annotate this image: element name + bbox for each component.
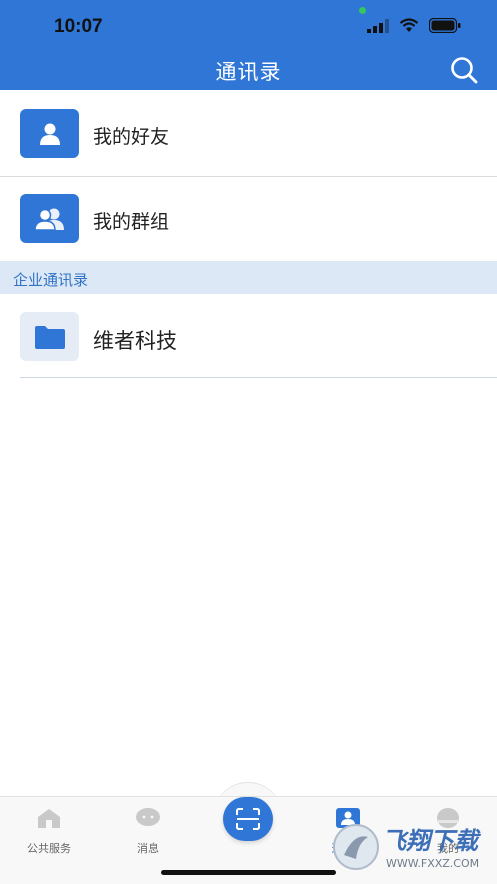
group-icon [33, 208, 64, 231]
nav-bar: 通讯录 [0, 48, 497, 90]
home-icon [38, 809, 60, 828]
status-time: 10:07 [54, 16, 103, 37]
svg-text:WWW.FXXZ.COM: WWW.FXXZ.COM [386, 857, 479, 870]
status-bar: 10:07 [0, 0, 497, 48]
chat-icon [136, 808, 160, 826]
camera-indicator-icon [359, 7, 366, 14]
watermark-logo: 飞翔下载 WWW.FXXZ.COM [330, 815, 490, 875]
signal-icon [367, 18, 389, 33]
tab-messages[interactable]: 消息 [113, 807, 183, 856]
scan-icon [236, 808, 260, 830]
folder-icon [34, 325, 65, 349]
tab-public-services[interactable]: 公共服务 [14, 807, 84, 856]
search-icon[interactable] [449, 55, 479, 85]
person-icon [39, 123, 60, 145]
svg-text:飞翔下载: 飞翔下载 [382, 827, 482, 855]
wifi-icon [399, 18, 419, 32]
section-title: 企业通讯录 [13, 272, 89, 289]
groups-label: 我的群组 [93, 212, 170, 233]
org-label: 维者科技 [93, 330, 177, 353]
battery-icon [429, 18, 461, 33]
groups-tile [20, 194, 79, 243]
page-title: 通讯录 [215, 61, 282, 84]
friends-label: 我的好友 [93, 127, 170, 148]
home-indicator [161, 870, 336, 875]
tab-label: 消息 [137, 843, 159, 855]
groups-row[interactable]: 我的群组 [0, 177, 497, 261]
org-tile [20, 312, 79, 361]
scan-button[interactable] [223, 797, 273, 841]
status-icons [367, 18, 461, 33]
section-header: 企业通讯录 [0, 261, 497, 294]
friends-tile [20, 109, 79, 158]
org-divider [20, 377, 497, 378]
org-row[interactable]: 维者科技 [0, 295, 497, 379]
friends-row[interactable]: 我的好友 [0, 92, 497, 176]
tab-label: 公共服务 [27, 843, 71, 855]
